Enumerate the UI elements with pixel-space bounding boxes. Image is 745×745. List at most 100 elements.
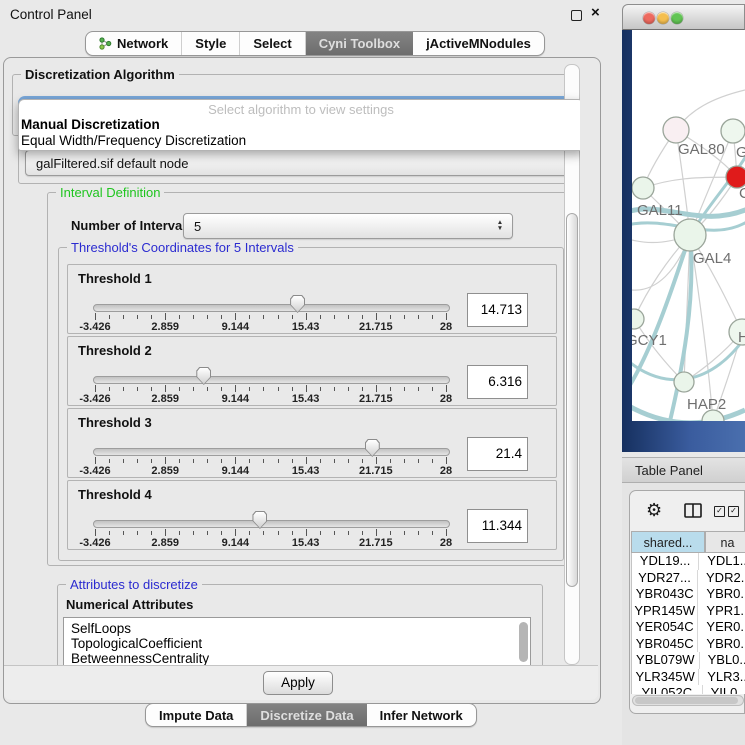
slider-thumb[interactable]	[365, 439, 380, 457]
tab-discretize-data[interactable]: Discretize Data	[247, 704, 366, 726]
table-row[interactable]: YBL079WYBL0...	[632, 652, 745, 669]
slider-tick-label: 9.144	[222, 321, 250, 333]
slider-tick	[320, 315, 321, 319]
numerical-attributes-label: Numerical Attributes	[66, 597, 193, 612]
table-row[interactable]: YDR27...YDR2...	[632, 570, 745, 587]
tab-jactivemnodules[interactable]: jActiveMNodules	[413, 32, 544, 55]
network-node[interactable]	[632, 309, 644, 329]
slider-tick	[179, 531, 180, 535]
slider-tick	[362, 315, 363, 319]
checkbox-icon[interactable]: ✓	[714, 506, 725, 517]
algorithm-option-equal-width-frequency-discretization[interactable]: Equal Width/Frequency Discretization	[19, 133, 580, 149]
table-hscrollbar-thumb[interactable]	[635, 697, 738, 704]
network-node[interactable]	[632, 177, 654, 199]
slider-tick	[263, 315, 264, 319]
apply-button[interactable]: Apply	[263, 671, 333, 695]
network-canvas[interactable]: GAL80GACGAL11GAL4GCY1HHAP2	[632, 30, 745, 421]
tab-label: Cyni Toolbox	[319, 36, 400, 51]
slider-tick	[193, 531, 194, 535]
attribute-item-betweennesscentrality[interactable]: BetweennessCentrality	[64, 651, 530, 665]
slider-track[interactable]	[93, 520, 450, 528]
cell-shared-name: YLR345W	[632, 669, 699, 686]
tab-infer-network[interactable]: Infer Network	[367, 704, 476, 726]
slider-tick	[165, 457, 166, 464]
tab-cyni-toolbox[interactable]: Cyni Toolbox	[306, 32, 413, 55]
traffic-light-yellow-icon[interactable]	[657, 12, 669, 24]
threshold-value-field[interactable]: 11.344	[467, 509, 528, 543]
network-node[interactable]	[674, 372, 694, 392]
checkbox-icon[interactable]: ✓	[728, 506, 739, 517]
slider-tick	[292, 531, 293, 535]
slider-tick	[151, 531, 152, 535]
slider-tick	[306, 457, 307, 464]
table-row[interactable]: YER054CYER0...	[632, 619, 745, 636]
slider-tick	[263, 387, 264, 391]
network-node-label: HAP2	[687, 396, 726, 413]
threshold-label: Threshold 1	[78, 271, 152, 286]
close-icon[interactable]: ×	[591, 4, 600, 21]
table-row[interactable]: YIL052CYIL0...	[632, 685, 745, 694]
network-node[interactable]	[721, 119, 745, 143]
split-view-icon[interactable]	[684, 503, 702, 518]
threshold-value-field[interactable]: 21.4	[467, 437, 528, 471]
slider-tick	[221, 315, 222, 319]
table-data-combobox[interactable]: galFiltered.sif default node ▲▼	[25, 150, 580, 176]
slider-tick-label: -3.426	[79, 537, 110, 549]
column-header-shared-[interactable]: shared...	[631, 531, 705, 553]
discretization-algorithm-label: Discretization Algorithm	[21, 67, 179, 82]
tab-label: Style	[195, 36, 226, 51]
numerical-attributes-list[interactable]: SelfLoopsTopologicalCoefficientBetweenne…	[63, 617, 531, 665]
table-row[interactable]: YBR045CYBR0...	[632, 636, 745, 653]
slider-tick	[95, 457, 96, 464]
slider-thumb[interactable]	[196, 367, 211, 385]
table-row[interactable]: YBR043CYBR0...	[632, 586, 745, 603]
cell-shared-name: YER054C	[632, 619, 698, 636]
slider-tick	[165, 385, 166, 392]
traffic-light-green-icon[interactable]	[671, 12, 683, 24]
number-of-intervals-combobox[interactable]: 5 ▲▼	[183, 213, 513, 239]
slider-tick	[418, 459, 419, 463]
panel-scrollbar-thumb[interactable]	[566, 213, 578, 587]
attribute-item-topologicalcoefficient[interactable]: TopologicalCoefficient	[64, 636, 530, 651]
table-row[interactable]: YDL19...YDL1...	[632, 553, 745, 570]
network-window-titlebar[interactable]	[622, 4, 745, 30]
algorithm-option-manual-discretization[interactable]: Manual Discretization	[19, 117, 580, 133]
slider-track[interactable]	[93, 376, 450, 384]
slider-tick	[362, 459, 363, 463]
slider-thumb[interactable]	[290, 295, 305, 313]
tab-impute-data[interactable]: Impute Data	[146, 704, 247, 726]
panel-scrollbar-track[interactable]	[564, 64, 580, 665]
attribute-item-selfloops[interactable]: SelfLoops	[64, 621, 530, 636]
table-hscrollbar-track[interactable]	[632, 695, 744, 706]
tab-style[interactable]: Style	[182, 32, 240, 55]
slider-track[interactable]	[93, 304, 450, 312]
table-row[interactable]: YLR345WYLR3...	[632, 669, 745, 686]
slider-tick	[446, 385, 447, 392]
cell-shared-name: YBR043C	[632, 586, 698, 603]
slider-thumb[interactable]	[252, 511, 267, 529]
table-rows: YDL19...YDL1...YDR27...YDR2...YBR043CYBR…	[631, 553, 745, 694]
list-scrollbar-thumb[interactable]	[519, 622, 528, 662]
float-window-icon[interactable]	[571, 10, 582, 21]
attributes-group: Attributes to discretize Numerical Attri…	[57, 584, 543, 665]
slider-track[interactable]	[93, 448, 450, 456]
network-node[interactable]	[674, 219, 706, 251]
slider-tick	[390, 387, 391, 391]
traffic-light-red-icon[interactable]	[643, 12, 655, 24]
cell-name: YBR0...	[698, 636, 745, 653]
slider-tick	[95, 313, 96, 320]
slider-tick	[348, 315, 349, 319]
table-row[interactable]: YPR145WYPR1...	[632, 603, 745, 620]
tab-label: Infer Network	[380, 708, 463, 723]
tab-network[interactable]: Network	[86, 32, 182, 55]
tab-select[interactable]: Select	[240, 32, 305, 55]
threshold-value-field[interactable]: 14.713	[467, 293, 528, 327]
gear-icon[interactable]: ⚙	[646, 500, 662, 520]
network-node[interactable]	[663, 117, 689, 143]
column-header-na[interactable]: na	[705, 531, 745, 553]
threshold-value-field[interactable]: 6.316	[467, 365, 528, 399]
slider-tick	[418, 315, 419, 319]
cell-name: YIL0...	[703, 685, 745, 694]
slider-tick	[432, 531, 433, 535]
slider-tick	[151, 459, 152, 463]
